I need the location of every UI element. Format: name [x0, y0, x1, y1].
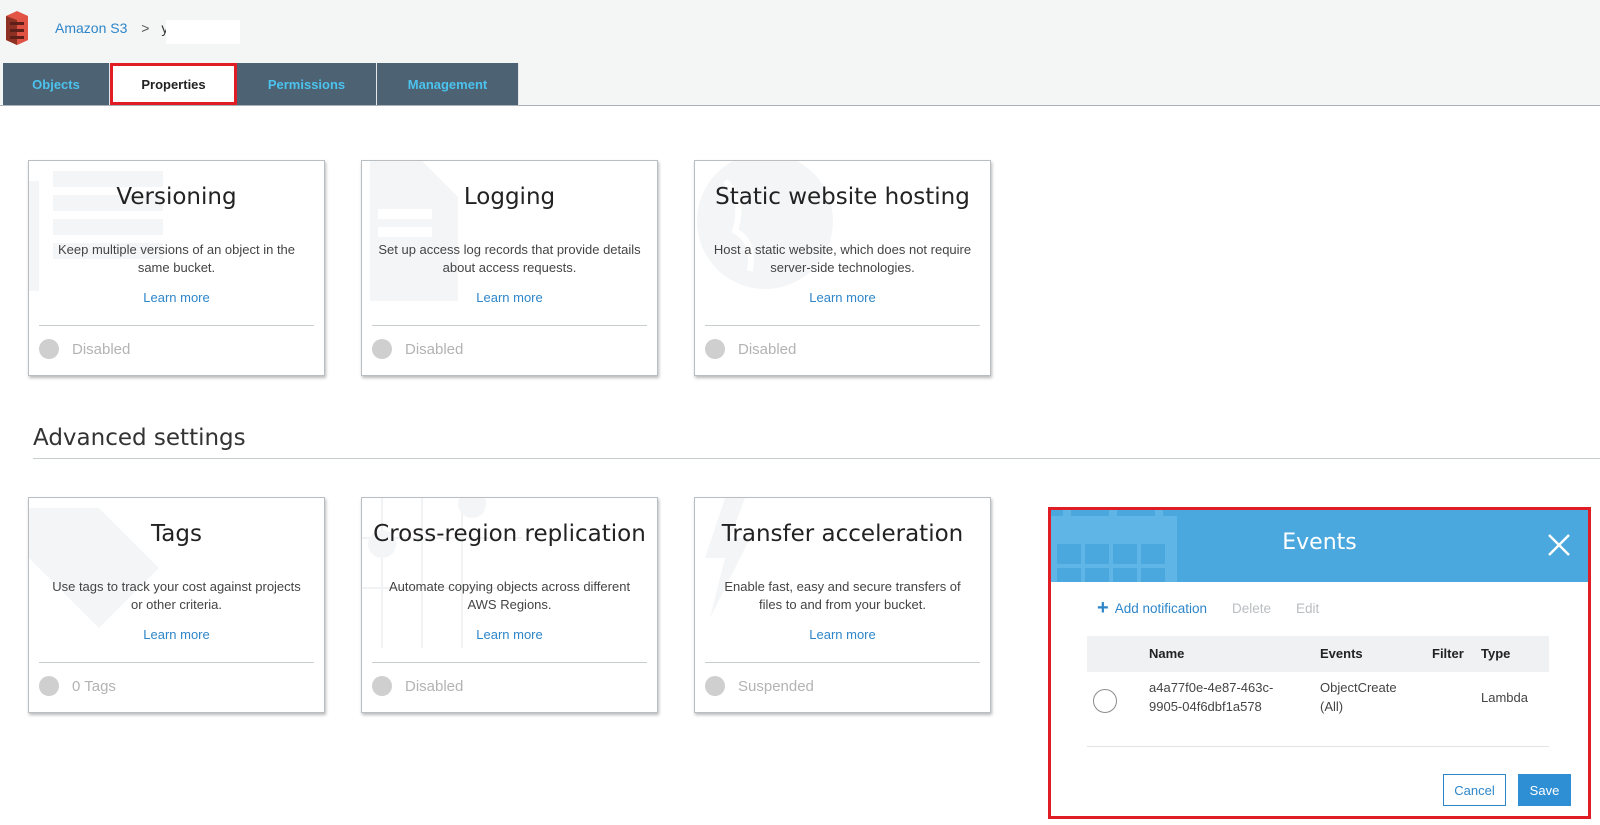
learn-more-link[interactable]: Learn more: [143, 290, 209, 305]
cross-region-replication-card[interactable]: Cross-region replication Automate copyin…: [361, 497, 658, 713]
events-header: Events: [1051, 510, 1588, 582]
card-description: Set up access log records that provide d…: [378, 242, 641, 275]
breadcrumb-separator: >: [141, 20, 150, 36]
add-notification-button[interactable]: + Add notification: [1097, 598, 1207, 618]
breadcrumb-amazon-s3-link[interactable]: Amazon S3: [55, 20, 127, 36]
events-panel-title: Events: [1282, 530, 1357, 555]
status-text: Disabled: [405, 340, 464, 358]
static-website-hosting-card[interactable]: Static website hosting Host a static web…: [694, 160, 991, 376]
event-name-line2: 9905-04f6dbf1a578: [1149, 699, 1262, 714]
card-description: Enable fast, easy and secure transfers o…: [724, 579, 961, 612]
event-types-line2: (All): [1320, 699, 1344, 714]
table-row[interactable]: a4a77f0e-4e87-463c- 9905-04f6dbf1a578 Ob…: [1087, 672, 1549, 747]
card-status: Disabled: [372, 676, 463, 696]
transfer-acceleration-card[interactable]: Transfer acceleration Enable fast, easy …: [694, 497, 991, 713]
column-header-type[interactable]: Type: [1481, 646, 1510, 661]
card-description: Host a static website, which does not re…: [713, 242, 972, 275]
versioning-card[interactable]: Versioning Keep multiple versions of an …: [28, 160, 325, 376]
learn-more-link[interactable]: Learn more: [476, 290, 542, 305]
card-description: Use tags to track your cost against proj…: [52, 579, 301, 612]
events-toolbar: + Add notification Delete Edit: [1097, 598, 1319, 618]
status-text: Suspended: [738, 677, 814, 695]
card-status: Disabled: [705, 339, 796, 359]
section-divider: [33, 458, 1600, 459]
redacted-bucket-name: [166, 20, 240, 44]
edit-button[interactable]: Edit: [1296, 601, 1319, 616]
top-bar: Amazon S3 > y Objects Properties Permiss…: [0, 0, 1600, 106]
events-table-header: Name Events Filter Type: [1087, 636, 1549, 672]
status-text: 0 Tags: [72, 677, 116, 695]
card-divider: [372, 325, 647, 326]
row-select-radio[interactable]: [1093, 689, 1117, 713]
card-title: Logging: [463, 184, 556, 210]
save-button[interactable]: Save: [1518, 774, 1571, 806]
event-type-cell: Lambda: [1481, 690, 1528, 705]
add-notification-label: Add notification: [1114, 600, 1207, 616]
event-name-cell: a4a77f0e-4e87-463c- 9905-04f6dbf1a578: [1149, 678, 1273, 716]
status-dot-icon: [39, 676, 59, 696]
event-types-line1: ObjectCreate: [1320, 680, 1397, 695]
column-header-name[interactable]: Name: [1149, 646, 1184, 661]
card-status: Suspended: [705, 676, 814, 696]
tags-card[interactable]: Tags Use tags to track your cost against…: [28, 497, 325, 713]
tab-properties[interactable]: Properties: [110, 63, 237, 105]
card-divider: [372, 662, 647, 663]
event-types-cell: ObjectCreate (All): [1320, 678, 1397, 716]
learn-more-link[interactable]: Learn more: [809, 290, 875, 305]
status-text: Disabled: [405, 677, 464, 695]
tab-bar: Objects Properties Permissions Managemen…: [3, 63, 519, 105]
event-name-line1: a4a77f0e-4e87-463c-: [1149, 680, 1274, 695]
logging-card[interactable]: Logging Set up access log records that p…: [361, 160, 658, 376]
tab-permissions[interactable]: Permissions: [237, 63, 377, 105]
learn-more-link[interactable]: Learn more: [809, 627, 875, 642]
column-header-filter[interactable]: Filter: [1432, 646, 1464, 661]
card-title: Static website hosting: [715, 184, 970, 210]
status-dot-icon: [39, 339, 59, 359]
delete-button[interactable]: Delete: [1232, 601, 1271, 616]
events-panel: Events + Add notification Delete Edit Na…: [1051, 510, 1588, 816]
status-text: Disabled: [738, 340, 797, 358]
amazon-s3-logo-icon[interactable]: [3, 10, 31, 46]
status-dot-icon: [705, 676, 725, 696]
card-divider: [705, 325, 980, 326]
cancel-button[interactable]: Cancel: [1443, 774, 1506, 806]
card-divider: [705, 662, 980, 663]
status-dot-icon: [372, 676, 392, 696]
card-description: Automate copying objects across differen…: [388, 579, 631, 612]
tab-objects[interactable]: Objects: [3, 63, 110, 105]
card-divider: [39, 662, 314, 663]
card-description: Keep multiple versions of an object in t…: [57, 242, 296, 275]
plus-icon: +: [1097, 597, 1109, 619]
column-header-events[interactable]: Events: [1320, 646, 1363, 661]
learn-more-link[interactable]: Learn more: [476, 627, 542, 642]
status-dot-icon: [705, 339, 725, 359]
card-status: Disabled: [372, 339, 463, 359]
status-dot-icon: [372, 339, 392, 359]
card-status: 0 Tags: [39, 676, 116, 696]
card-title: Transfer acceleration: [721, 521, 964, 547]
card-divider: [39, 325, 314, 326]
tab-management[interactable]: Management: [377, 63, 519, 105]
learn-more-link[interactable]: Learn more: [143, 627, 209, 642]
card-title: Versioning: [116, 184, 237, 210]
card-title: Tags: [151, 521, 202, 547]
close-icon[interactable]: [1544, 530, 1574, 560]
status-text: Disabled: [72, 340, 131, 358]
advanced-settings-heading: Advanced settings: [33, 425, 246, 451]
card-status: Disabled: [39, 339, 130, 359]
breadcrumb: Amazon S3 > y: [55, 20, 168, 36]
card-title: Cross-region replication: [373, 521, 646, 547]
